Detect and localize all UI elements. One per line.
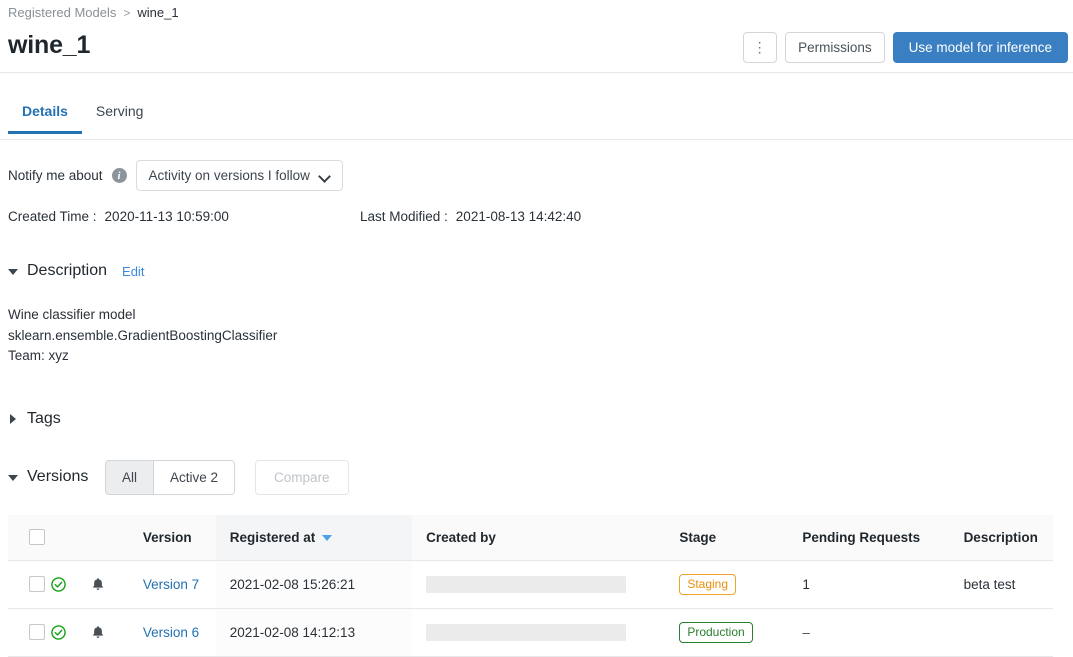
edit-description-link[interactable]: Edit — [122, 264, 144, 279]
status-badge: Staging — [679, 574, 736, 595]
row-registered-at: 2021-02-08 14:12:13 — [216, 608, 412, 656]
description-line: Wine classifier model — [8, 305, 277, 326]
row-notification-cell — [91, 560, 129, 608]
column-header-pending-requests[interactable]: Pending Requests — [788, 515, 949, 560]
notification-header — [91, 515, 129, 560]
row-stage-cell: Staging — [665, 560, 788, 608]
column-header-registered-at-label: Registered at — [230, 530, 316, 545]
chevron-down-icon — [320, 171, 330, 181]
column-header-registered-at[interactable]: Registered at — [216, 515, 412, 560]
row-checkbox[interactable] — [29, 624, 45, 640]
caret-right-icon[interactable] — [8, 414, 18, 424]
table-row[interactable]: Version 7 2021-02-08 15:26:21 Staging 1 … — [8, 560, 1053, 608]
row-status-cell — [51, 560, 90, 608]
tags-title: Tags — [27, 410, 61, 428]
more-options-button[interactable]: ⋮ — [743, 32, 777, 63]
column-header-description[interactable]: Description — [950, 515, 1053, 560]
table-header-row: Version Registered at Created by Stage P… — [8, 515, 1053, 560]
compare-button[interactable]: Compare — [255, 460, 349, 495]
table-row[interactable]: Version 6 2021-02-08 14:12:13 Production… — [8, 608, 1053, 656]
row-notification-cell — [91, 608, 129, 656]
filter-all-button[interactable]: All — [105, 460, 154, 495]
column-header-stage[interactable]: Stage — [665, 515, 788, 560]
tab-serving[interactable]: Serving — [82, 100, 157, 133]
created-time: Created Time : 2020-11-13 10:59:00 — [8, 209, 229, 224]
column-header-version[interactable]: Version — [129, 515, 216, 560]
permissions-button[interactable]: Permissions — [785, 32, 885, 63]
description-body: Wine classifier model sklearn.ensemble.G… — [8, 305, 277, 367]
notify-row: Notify me about i Activity on versions I… — [8, 160, 343, 191]
row-pending-requests: – — [788, 608, 949, 656]
description-title: Description — [27, 262, 107, 280]
row-select-cell — [8, 560, 51, 608]
versions-table: Version Registered at Created by Stage P… — [8, 515, 1053, 657]
status-header — [51, 515, 90, 560]
notify-label: Notify me about — [8, 168, 103, 183]
column-header-created-by[interactable]: Created by — [412, 515, 665, 560]
row-checkbox[interactable] — [29, 576, 45, 592]
created-time-value: 2020-11-13 10:59:00 — [105, 209, 229, 224]
row-description — [950, 608, 1053, 656]
header-actions: ⋮ Permissions Use model for inference — [743, 32, 1068, 63]
bell-icon[interactable] — [91, 625, 105, 640]
tab-details[interactable]: Details — [8, 100, 82, 133]
last-modified-value: 2021-08-13 14:42:40 — [456, 209, 581, 224]
caret-down-icon[interactable] — [8, 472, 18, 482]
check-circle-icon — [51, 625, 66, 640]
versions-section-header[interactable]: Versions — [8, 468, 88, 486]
row-stage-cell: Production — [665, 608, 788, 656]
row-status-cell — [51, 608, 90, 656]
row-select-cell — [8, 608, 51, 656]
check-circle-icon — [51, 577, 66, 592]
breadcrumb-parent-link[interactable]: Registered Models — [8, 5, 116, 20]
notify-select[interactable]: Activity on versions I follow — [136, 160, 343, 191]
row-description: beta test — [950, 560, 1053, 608]
versions-title: Versions — [27, 468, 88, 486]
version-link[interactable]: Version 6 — [143, 625, 199, 640]
tags-section-header[interactable]: Tags — [8, 410, 61, 428]
status-badge: Production — [679, 622, 752, 643]
last-modified: Last Modified : 2021-08-13 14:42:40 — [360, 209, 581, 224]
last-modified-label: Last Modified : — [360, 209, 448, 224]
row-created-by — [412, 608, 665, 656]
versions-controls: All Active 2 Compare — [105, 460, 349, 495]
notify-select-value: Activity on versions I follow — [149, 168, 310, 183]
select-all-header — [8, 515, 51, 560]
breadcrumb: Registered Models > wine_1 — [8, 5, 179, 20]
description-line: Team: xyz — [8, 346, 277, 367]
row-version-cell: Version 6 — [129, 608, 216, 656]
info-icon[interactable]: i — [112, 168, 127, 183]
description-line: sklearn.ensemble.GradientBoostingClassif… — [8, 326, 277, 347]
breadcrumb-separator-icon: > — [123, 6, 130, 20]
redacted-value — [426, 576, 626, 593]
breadcrumb-current: wine_1 — [137, 5, 178, 20]
created-time-label: Created Time : — [8, 209, 97, 224]
redacted-value — [426, 624, 626, 641]
versions-filter-group: All Active 2 — [105, 460, 235, 495]
description-section-header[interactable]: Description Edit — [8, 262, 144, 280]
use-model-for-inference-button[interactable]: Use model for inference — [893, 32, 1068, 63]
bell-icon[interactable] — [91, 577, 105, 592]
row-created-by — [412, 560, 665, 608]
row-pending-requests: 1 — [788, 560, 949, 608]
sort-descending-icon — [322, 535, 332, 541]
caret-down-icon[interactable] — [8, 266, 18, 276]
version-link[interactable]: Version 7 — [143, 577, 199, 592]
select-all-checkbox[interactable] — [29, 529, 45, 545]
row-registered-at: 2021-02-08 15:26:21 — [216, 560, 412, 608]
filter-active-button[interactable]: Active 2 — [154, 460, 235, 495]
page-title: wine_1 — [8, 31, 90, 60]
row-version-cell: Version 7 — [129, 560, 216, 608]
tab-bar: Details Serving — [0, 100, 1073, 140]
page-header: wine_1 ⋮ Permissions Use model for infer… — [0, 26, 1073, 73]
